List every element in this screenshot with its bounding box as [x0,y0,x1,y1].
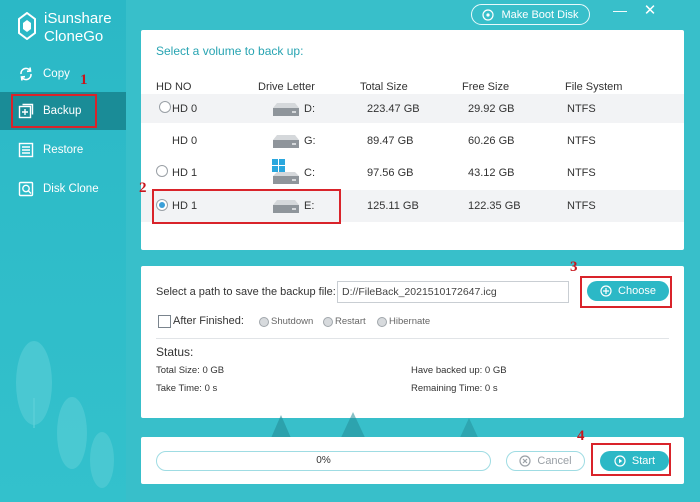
column-header-free-size: Free Size [462,81,510,93]
status-heading: Status: [156,345,194,359]
highlight-selected-volume [152,189,341,224]
option-label: Hibernate [389,316,431,327]
option-label: Shutdown [271,316,314,327]
volume-total: 223.47 GB [367,103,420,115]
logo-icon [18,12,36,40]
volume-fs: NTFS [567,167,596,179]
windows-drive-icon [272,159,299,184]
app-name: iSunshare CloneGo [44,10,112,46]
divider [156,338,669,339]
progress-text: 0% [316,455,331,466]
volume-hd: HD 0 [172,135,198,147]
restore-icon [17,141,35,159]
cancel-label: Cancel [537,455,572,467]
volume-row[interactable]: HD 0 G: 89.47 GB 60.26 GB NTFS [141,126,684,155]
volume-free: 43.12 GB [468,167,515,179]
path-label: Select a path to save the backup file: [156,286,336,298]
hard-drive-icon [273,135,299,148]
tree-decoration [90,432,114,488]
step-number-4: 4 [577,428,585,444]
column-header-hd-no: HD NO [156,81,192,93]
sidebar-item-label: Restore [43,144,84,156]
remaining-time-text: Remaining Time: 0 s [411,383,498,394]
after-finished-checkbox[interactable] [158,315,171,328]
minimize-button[interactable]: — [613,3,627,18]
volume-row[interactable]: HD 0 D: 223.47 GB 29.92 GB NTFS [141,94,684,123]
backup-path-input[interactable]: D://FileBack_2021510172647.icg [337,281,569,303]
sidebar-item-label: Copy [43,68,70,80]
sidebar-item-label: Disk Clone [43,183,99,195]
progress-bar: 0% [156,451,491,471]
have-backed-up-text: Have backed up: 0 GB [411,365,507,376]
app-name-line2: CloneGo [44,28,104,45]
step-number-1: 1 [80,72,88,88]
make-boot-disk-label: Make Boot Disk [501,8,579,21]
copy-icon [17,65,35,83]
hard-drive-icon [273,103,299,116]
volume-radio[interactable] [159,101,171,113]
radio-dot [323,316,333,327]
column-header-file-system: File System [565,81,623,93]
volume-fs: NTFS [567,200,596,212]
app-logo: iSunshare CloneGo [14,8,124,48]
cancel-button[interactable]: Cancel [506,451,585,471]
volume-fs: NTFS [567,103,596,115]
volume-panel-title: Select a volume to back up: [156,44,304,58]
sidebar-item-copy[interactable]: Copy [0,55,126,93]
sidebar-item-restore[interactable]: Restore [0,131,126,169]
disc-icon [482,8,495,21]
take-time-text: Take Time: 0 s [156,383,218,394]
highlight-start [591,443,671,476]
app-name-line1: iSunshare [44,10,112,27]
volume-total: 97.56 GB [367,167,414,179]
option-shutdown[interactable]: Shutdown [259,316,313,327]
volume-radio[interactable] [156,165,168,177]
step-number-3: 3 [570,259,578,275]
radio-dot [377,316,387,327]
option-label: Restart [335,316,366,327]
volume-fs: NTFS [567,135,596,147]
column-header-total-size: Total Size [360,81,408,93]
volume-total: 89.47 GB [367,135,414,147]
radio-dot [259,316,269,327]
total-size-text: Total Size: 0 GB [156,365,225,376]
volume-letter: G: [304,135,316,147]
volume-hd: HD 1 [172,167,198,179]
highlight-backup [11,94,97,128]
cancel-circle-icon [519,455,531,467]
option-hibernate[interactable]: Hibernate [377,316,430,327]
sidebar-item-disk-clone[interactable]: Disk Clone [0,170,126,208]
volume-free: 60.26 GB [468,135,515,147]
tree-decoration [16,341,52,428]
step-number-2: 2 [139,180,147,196]
volume-free: 122.35 GB [468,200,521,212]
close-button[interactable]: ✕ [643,3,657,19]
sidebar: iSunshare CloneGo Copy Backup Restore Di… [0,0,126,502]
volume-hd: HD 0 [172,103,198,115]
volume-row[interactable]: HD 1 C: 97.56 GB 43.12 GB NTFS [141,158,684,187]
title-bar: Make Boot Disk — ✕ [126,0,700,30]
after-finished-label: After Finished: [173,315,244,327]
volume-letter: D: [304,103,315,115]
column-header-drive-letter: Drive Letter [258,81,315,93]
volume-letter: C: [304,167,315,179]
volume-free: 29.92 GB [468,103,515,115]
disk-clone-icon [17,180,35,198]
option-restart[interactable]: Restart [323,316,366,327]
highlight-choose [580,276,672,308]
tree-decoration [57,397,87,469]
main-area: Make Boot Disk — ✕ Select a volume to ba… [126,0,700,502]
volume-total: 125.11 GB [367,200,419,212]
make-boot-disk-button[interactable]: Make Boot Disk [471,4,590,25]
